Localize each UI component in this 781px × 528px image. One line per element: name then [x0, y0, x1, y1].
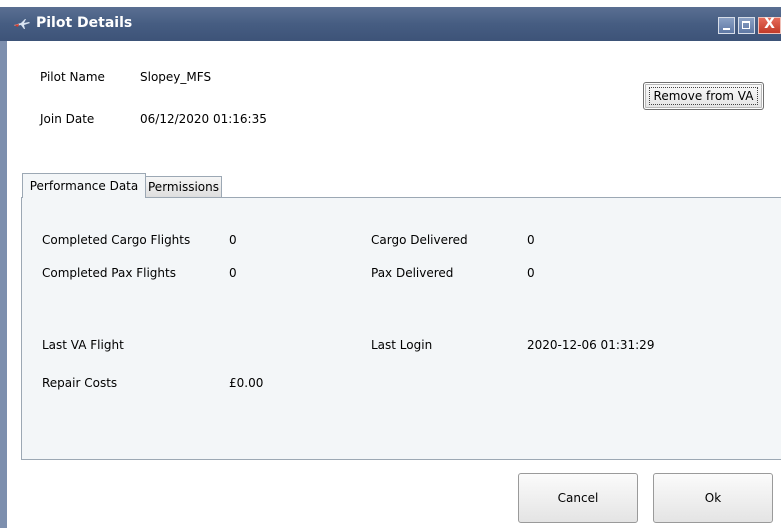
- join-date-value: 06/12/2020 01:16:35: [140, 112, 267, 126]
- pilot-name-label: Pilot Name: [40, 70, 105, 84]
- minimize-button[interactable]: [718, 17, 735, 34]
- cargo-delivered-value: 0: [527, 233, 535, 247]
- close-icon: X: [764, 16, 775, 32]
- cancel-button[interactable]: Cancel: [518, 473, 638, 523]
- remove-from-va-button[interactable]: Remove from VA: [643, 82, 764, 110]
- repair-costs-label: Repair Costs: [42, 376, 118, 390]
- ok-button[interactable]: Ok: [653, 473, 773, 523]
- pilot-details-window: Pilot Details X Pilot Name Slopey_MFS Jo…: [0, 0, 781, 528]
- completed-pax-flights-label: Completed Pax Flights: [42, 266, 176, 280]
- pax-delivered-label: Pax Delivered: [371, 266, 454, 280]
- maximize-button[interactable]: [738, 17, 755, 34]
- title-bar[interactable]: Pilot Details X: [0, 7, 781, 41]
- repair-costs-value: £0.00: [229, 376, 264, 390]
- close-button[interactable]: X: [758, 16, 781, 34]
- cargo-delivered-label: Cargo Delivered: [371, 233, 468, 247]
- maximize-icon: [742, 21, 750, 29]
- completed-cargo-flights-label: Completed Cargo Flights: [42, 233, 191, 247]
- remove-from-va-label: Remove from VA: [648, 87, 759, 105]
- pilot-name-value: Slopey_MFS: [140, 70, 212, 84]
- join-date-label: Join Date: [40, 112, 95, 126]
- window-title: Pilot Details: [36, 15, 133, 31]
- tab-permissions[interactable]: Permissions: [145, 176, 222, 198]
- last-login-label: Last Login: [371, 338, 433, 352]
- tab-performance-data[interactable]: Performance Data: [22, 173, 146, 198]
- completed-pax-flights-value: 0: [229, 266, 237, 280]
- last-login-value: 2020-12-06 01:31:29: [527, 338, 655, 352]
- pax-delivered-value: 0: [527, 266, 535, 280]
- last-va-flight-label: Last VA Flight: [42, 338, 124, 352]
- window-left-border: [0, 41, 7, 528]
- completed-cargo-flights-value: 0: [229, 233, 237, 247]
- minimize-icon: [723, 28, 730, 30]
- plane-icon: [13, 18, 31, 30]
